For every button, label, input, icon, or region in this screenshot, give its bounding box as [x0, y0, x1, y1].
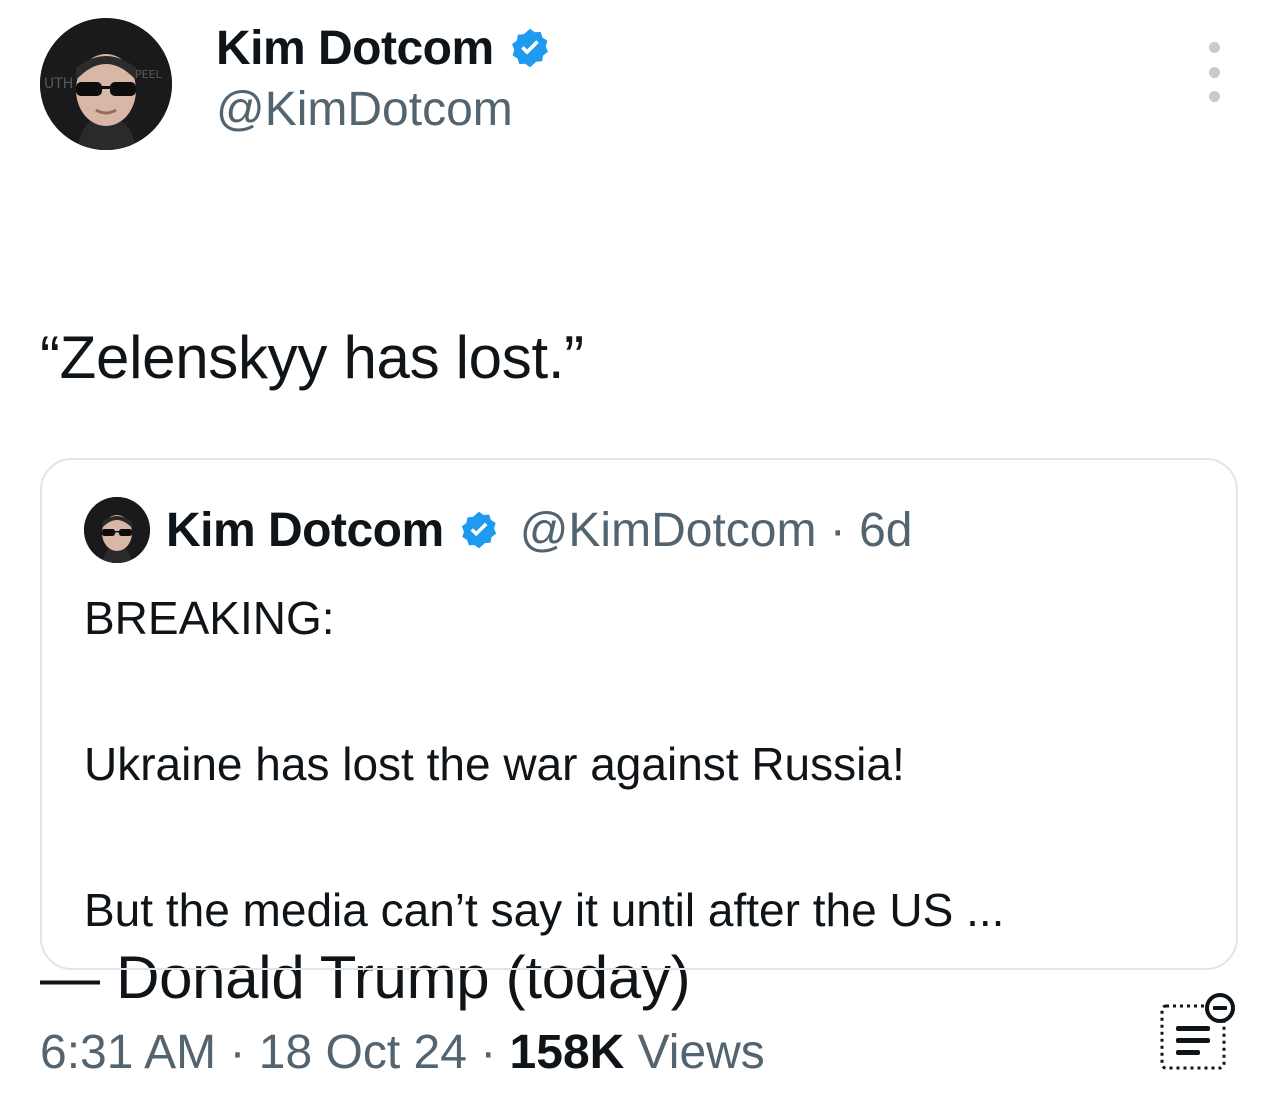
quoted-tweet-header: Kim Dotcom @KimDotcom · 6d [84, 497, 913, 563]
avatar-image: UTH PEEL [40, 18, 172, 150]
quoted-author-name[interactable]: Kim Dotcom [166, 503, 444, 558]
svg-text:UTH: UTH [44, 76, 73, 92]
quoted-line-ukraine: Ukraine has lost the war against Russia! [84, 738, 905, 790]
tweet-line-quote: “Zelenskyy has lost.” [40, 324, 584, 391]
quoted-author-handle[interactable]: @KimDotcom [520, 503, 817, 558]
quoted-line-media: But the media can’t say it until after t… [84, 884, 1005, 936]
views-count: 158K [509, 1025, 625, 1079]
analytics-icon[interactable] [1158, 992, 1240, 1074]
author-handle[interactable]: @KimDotcom [216, 82, 513, 137]
quoted-age: 6d [859, 503, 913, 557]
more-dot [1208, 91, 1220, 102]
author-name[interactable]: Kim Dotcom [216, 21, 494, 76]
author-name-row: Kim Dotcom [216, 20, 552, 76]
verified-badge-icon [461, 511, 496, 549]
tweet-meta: 6:31 AM · 18 Oct 24 · 158K Views [40, 1020, 765, 1084]
quoted-separator: · [816, 503, 860, 557]
quoted-author-avatar[interactable] [84, 497, 150, 563]
views-label: Views [624, 1025, 765, 1079]
more-dot [1208, 66, 1220, 78]
quoted-tweet-card[interactable]: Kim Dotcom @KimDotcom · 6d BREAKING: Ukr… [40, 458, 1238, 970]
verified-badge-icon [511, 28, 548, 68]
author-avatar[interactable]: UTH PEEL [40, 18, 172, 150]
tweet-time[interactable]: 6:31 AM [40, 1025, 216, 1080]
more-icon[interactable] [1196, 42, 1232, 102]
quoted-avatar-image [84, 497, 150, 563]
svg-text:PEEL: PEEL [135, 68, 163, 81]
meta-separator: · [216, 1025, 259, 1079]
quoted-tweet-body: BREAKING: Ukraine has lost the war again… [84, 582, 1204, 947]
more-dot [1208, 42, 1220, 53]
tweet-date[interactable]: 18 Oct 24 [259, 1025, 467, 1080]
meta-separator: · [466, 1025, 510, 1079]
quoted-line-breaking: BREAKING: [84, 592, 335, 644]
